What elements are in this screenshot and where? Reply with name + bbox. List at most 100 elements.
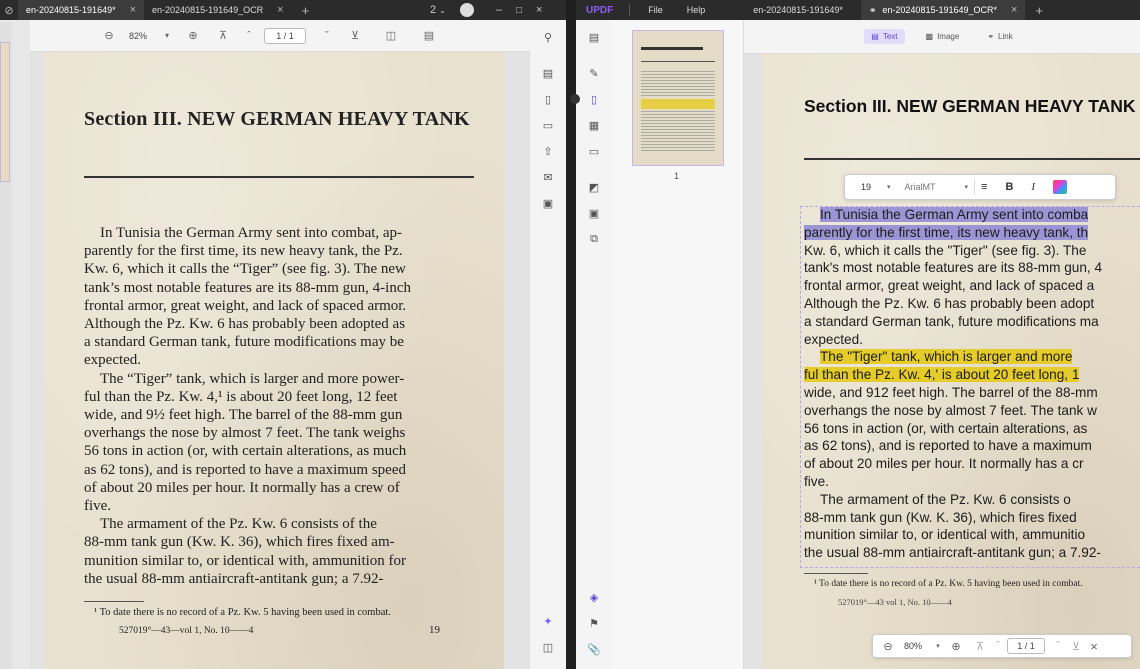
edit-pdf-icon[interactable]: ▯ (585, 90, 603, 108)
page-indicator[interactable]: 1 / 1 (264, 27, 306, 44)
last-page-icon[interactable]: ⊻ (346, 29, 364, 42)
zoom-out-icon[interactable]: ⊖ (879, 640, 897, 653)
mode-image[interactable]: ▩ Image (919, 29, 967, 44)
ocr-icon[interactable]: ◩ (585, 178, 603, 196)
text-line: ful than the Pz. Kw. 4,¹ is about 20 fee… (84, 388, 398, 405)
left-page-viewport[interactable]: Section III. NEW GERMAN HEAVY TANK In Tu… (30, 52, 530, 669)
ocr-text-line[interactable]: wide, and 912 feet high. The barrel of t… (804, 384, 1102, 402)
prev-page-icon[interactable]: ˆ (240, 30, 258, 42)
ai-assistant-icon[interactable]: ✦ (539, 612, 557, 630)
sidebar-toggle-icon[interactable]: ⊘ (0, 4, 18, 17)
first-page-icon[interactable]: ⊼ (971, 640, 989, 653)
ocr-text-line[interactable]: expected. (804, 331, 1102, 349)
close-window-icon[interactable]: × (536, 4, 542, 16)
new-tab-button[interactable]: + (1025, 3, 1053, 18)
ocr-text-line[interactable]: a standard German tank, future modificat… (804, 313, 1102, 331)
first-page-icon[interactable]: ⊼ (214, 29, 232, 42)
close-tab-icon[interactable]: × (130, 4, 136, 16)
zoom-in-icon[interactable]: ⊕ (947, 640, 965, 653)
zoom-out-icon[interactable]: ⊖ (100, 29, 118, 42)
zoom-level[interactable]: 80% (897, 641, 929, 651)
ocr-text-line[interactable]: the usual 88-mm antiaircraft-antitank gu… (804, 544, 1102, 562)
close-tab-icon[interactable]: × (277, 4, 283, 16)
page-layout-icon[interactable]: ▤ (420, 29, 438, 42)
ocr-text-line[interactable]: frontal armor, great weight, and lack of… (804, 277, 1102, 295)
prev-page-icon[interactable]: ˆ (989, 640, 1007, 652)
copy-icon[interactable]: ⧉ (585, 230, 603, 248)
share-icon[interactable]: ⇧ (539, 142, 557, 160)
protect-icon[interactable]: ▭ (539, 116, 557, 134)
crop-icon[interactable]: ▣ (585, 204, 603, 222)
tab-count[interactable]: 2 (430, 4, 436, 16)
color-picker-icon[interactable] (1053, 180, 1068, 194)
font-size-select[interactable]: 19 (861, 182, 887, 192)
right-page-viewport[interactable]: Section III. NEW GERMAN HEAVY TANK In Tu… (744, 54, 1140, 669)
save-icon[interactable]: ▣ (539, 194, 557, 212)
bold-button[interactable]: B (1005, 181, 1013, 193)
chevron-down-icon[interactable]: ▾ (887, 183, 891, 191)
bookmark-icon[interactable]: ⚑ (585, 614, 603, 632)
chevron-down-icon[interactable]: ▾ (929, 642, 947, 650)
menu-help[interactable]: Help (675, 5, 718, 15)
search-icon[interactable]: ⚲ (539, 28, 557, 46)
page-indicator[interactable]: 1 / 1 (1007, 638, 1045, 654)
avatar[interactable] (459, 3, 474, 17)
attachment-icon[interactable]: 📎 (585, 640, 603, 658)
ocr-text-line[interactable]: Kw. 6, which it calls the "Tiger" (see f… (804, 242, 1102, 260)
fill-sign-icon[interactable]: ▭ (585, 142, 603, 160)
maximize-icon[interactable]: □ (516, 5, 522, 16)
tab-original[interactable]: en-20240815-191649* × (18, 0, 145, 20)
ocr-text-line[interactable]: five. (804, 473, 1102, 491)
italic-button[interactable]: I (1031, 181, 1035, 193)
ocr-text-line[interactable]: ful than the Pz. Kw. 4,' is about 20 fee… (804, 366, 1102, 384)
ocr-text-line[interactable]: parently for the first time, its new hea… (804, 224, 1102, 242)
ocr-text-line[interactable]: Although the Pz. Kw. 6 has probably been… (804, 295, 1102, 313)
tab-ocr[interactable]: ⚭ en-20240815-191649_OCR* × (860, 0, 1026, 20)
ocr-text-line[interactable]: In Tunisia the German Army sent into com… (804, 206, 1102, 224)
presentation-icon[interactable]: ◫ (382, 29, 400, 42)
comment-tool-icon[interactable]: ✎ (585, 64, 603, 82)
minimize-icon[interactable]: – (496, 4, 502, 16)
comment-icon[interactable]: ◫ (539, 638, 557, 656)
page-title[interactable]: Section III. NEW GERMAN HEAVY TANK (804, 96, 1136, 117)
tab-ocr[interactable]: en-20240815-191649_OCR × (144, 0, 292, 20)
ocr-text-line[interactable]: as 62 tons), and is reported to have a m… (804, 437, 1102, 455)
editable-body-text[interactable]: In Tunisia the German Army sent into com… (804, 206, 1102, 562)
line-text: overhangs the nose by almost 7 feet. The… (804, 402, 1097, 418)
thumbnail-sliver[interactable] (0, 42, 10, 182)
align-icon[interactable]: ≡ (981, 181, 987, 193)
organize-icon[interactable]: ▦ (585, 116, 603, 134)
last-page-icon[interactable]: ⊻ (1067, 640, 1085, 653)
close-nav-icon[interactable]: × (1085, 639, 1103, 654)
ocr-text-line[interactable]: The armament of the Pz. Kw. 6 consists o (804, 491, 1102, 509)
new-tab-button[interactable]: + (292, 3, 320, 18)
ocr-text-line[interactable]: 88-mm tank gun (Kw. K. 36), which fires … (804, 509, 1102, 527)
mode-text[interactable]: ▤ Text (864, 29, 905, 44)
font-name-select[interactable]: ArialMT (905, 182, 965, 192)
zoom-in-icon[interactable]: ⊕ (184, 29, 202, 42)
chevron-down-icon[interactable]: ⌄ (439, 6, 446, 15)
left-thumbnail-edge[interactable] (0, 22, 12, 669)
mode-link[interactable]: ⚭ Link (980, 29, 1019, 44)
menu-file[interactable]: File (636, 5, 675, 15)
scan-icon[interactable]: ▤ (539, 64, 557, 82)
chevron-down-icon[interactable]: ▾ (158, 31, 176, 40)
email-icon[interactable]: ✉ (539, 168, 557, 186)
ocr-text-line[interactable]: The "Tiger" tank, which is larger and mo… (804, 348, 1102, 366)
reader-icon[interactable]: ▤ (585, 28, 603, 46)
page-thumbnail[interactable] (632, 30, 724, 166)
chevron-down-icon[interactable]: ▾ (965, 183, 969, 191)
next-page-icon[interactable]: ˇ (318, 30, 336, 42)
convert-icon[interactable]: ▯ (539, 90, 557, 108)
ocr-text-line[interactable]: tank's most notable features are its 88-… (804, 259, 1102, 277)
close-tab-icon[interactable]: × (1011, 4, 1017, 16)
zoom-level[interactable]: 82% (118, 31, 158, 41)
ocr-text-line[interactable]: of about 20 miles per hour. It normally … (804, 455, 1102, 473)
ocr-text-line[interactable]: munition similar to, or identical with, … (804, 526, 1102, 544)
next-page-icon[interactable]: ˇ (1049, 640, 1067, 652)
layers-icon[interactable]: ◈ (585, 588, 603, 606)
tab-original[interactable]: en-20240815-191649* (745, 0, 851, 20)
ocr-text-line[interactable]: overhangs the nose by almost 7 feet. The… (804, 402, 1102, 420)
ocr-text-line[interactable]: 56 tons in action (or, with certain alte… (804, 420, 1102, 438)
panel-collapse-handle[interactable] (570, 94, 580, 104)
